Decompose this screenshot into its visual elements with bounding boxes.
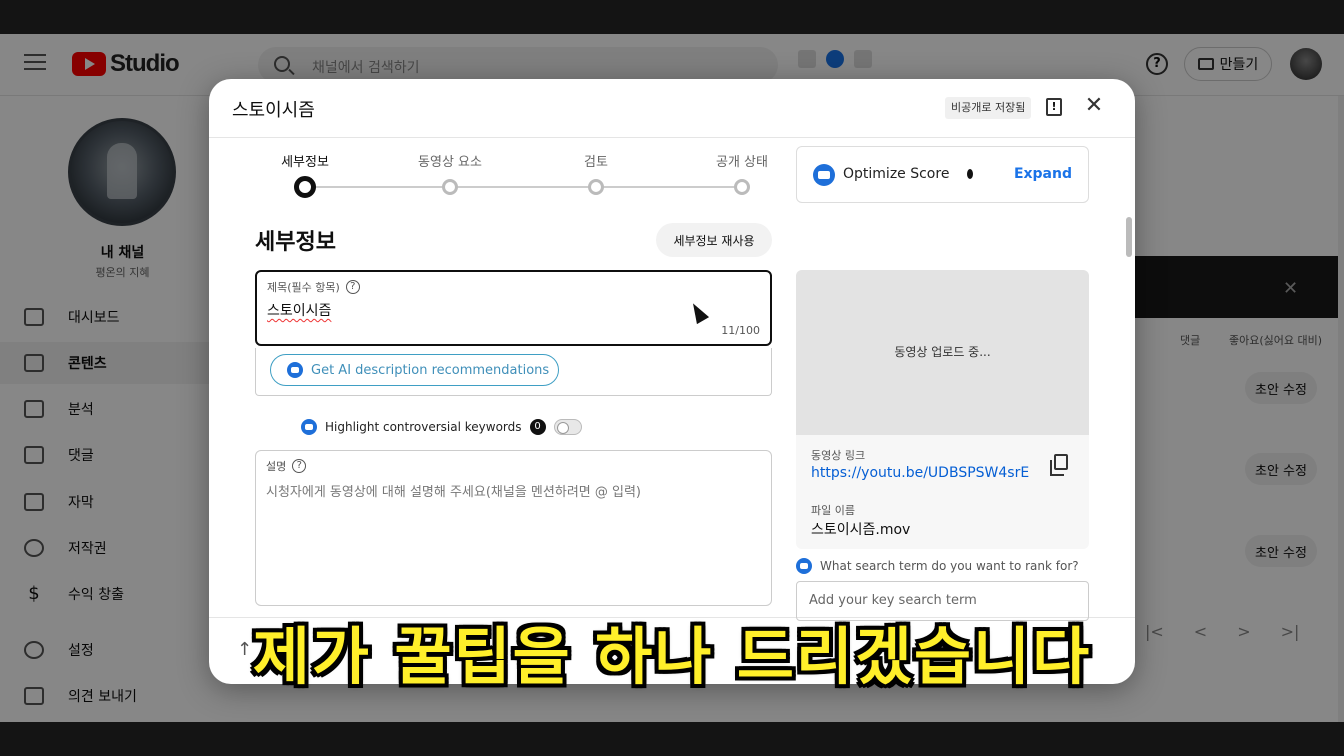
video-link[interactable]: https://youtu.be/UDBSPSW4srE bbox=[811, 465, 1029, 481]
video-link-label: 동영상 링크 bbox=[811, 449, 866, 462]
copy-icon[interactable] bbox=[1050, 454, 1068, 476]
extension-logo-icon bbox=[301, 419, 317, 435]
rank-prompt: What search term do you want to rank for… bbox=[820, 559, 1079, 573]
close-icon[interactable]: ✕ bbox=[1083, 95, 1105, 117]
optimize-score-card: Optimize Score Expand bbox=[796, 146, 1089, 203]
video-preview-card: 동영상 업로드 중... 동영상 링크 https://youtu.be/UDB… bbox=[796, 270, 1089, 549]
loading-spinner-icon bbox=[967, 169, 973, 179]
rank-prompt-row: What search term do you want to rank for… bbox=[796, 558, 1079, 574]
description-label: 설명 bbox=[266, 460, 287, 473]
ai-description-button[interactable]: Get AI description recommendations bbox=[270, 354, 559, 386]
dialog-title: 스토이시즘 bbox=[232, 100, 315, 121]
saved-status-badge: 비공개로 저장됨 bbox=[945, 97, 1032, 119]
extension-logo-icon bbox=[813, 164, 835, 186]
description-input[interactable]: 시청자에게 동영상에 대해 설명해 주세요(채널을 멘션하려면 @ 입력) bbox=[266, 481, 641, 500]
file-name-label: 파일 이름 bbox=[811, 504, 855, 517]
ai-recommendation-box: Get AI description recommendations bbox=[255, 348, 772, 396]
upload-details-dialog: 스토이시즘 비공개로 저장됨 ! ✕ 세부정보 동영상 요소 검토 공개 상태 … bbox=[209, 79, 1135, 684]
title-field-label-row: 제목(필수 항목) ? bbox=[267, 279, 360, 295]
keyword-count-badge: 0 bbox=[529, 419, 546, 435]
title-char-count: 11/100 bbox=[721, 324, 760, 337]
extension-logo-icon bbox=[287, 362, 303, 378]
reuse-details-button[interactable]: 세부정보 재사용 bbox=[656, 223, 772, 257]
extension-logo-icon bbox=[796, 558, 812, 574]
stepper-line bbox=[305, 186, 742, 188]
help-circle-icon[interactable]: ? bbox=[345, 280, 360, 294]
upload-stepper: 세부정보 동영상 요소 검토 공개 상태 bbox=[255, 151, 768, 201]
ai-description-button-label: Get AI description recommendations bbox=[311, 362, 550, 378]
highlight-keywords-row: Highlight controversial keywords 0 bbox=[301, 419, 582, 435]
title-input[interactable]: 스토이시즘 bbox=[267, 300, 331, 320]
highlight-keywords-toggle[interactable] bbox=[553, 419, 582, 435]
video-preview-thumbnail: 동영상 업로드 중... bbox=[796, 270, 1089, 435]
upload-status: 동영상 업로드 중... bbox=[894, 345, 991, 359]
report-feedback-icon[interactable]: ! bbox=[1046, 98, 1062, 116]
step-dot-video-elements[interactable] bbox=[442, 179, 458, 195]
video-letterbox-top bbox=[0, 0, 1344, 34]
video-letterbox-bottom bbox=[0, 722, 1344, 756]
dialog-scrollbar[interactable] bbox=[1126, 217, 1132, 257]
step-dot-details[interactable] bbox=[294, 176, 316, 198]
step-dot-visibility[interactable] bbox=[734, 179, 750, 195]
section-title: 세부정보 bbox=[255, 230, 336, 255]
title-field-label: 제목(필수 항목) bbox=[267, 281, 340, 294]
header-divider bbox=[209, 137, 1135, 138]
highlight-keywords-label: Highlight controversial keywords bbox=[325, 420, 522, 434]
step-dot-checks[interactable] bbox=[588, 179, 604, 195]
step-checks[interactable]: 검토 bbox=[584, 151, 608, 170]
step-visibility[interactable]: 공개 상태 bbox=[716, 151, 768, 170]
step-details[interactable]: 세부정보 bbox=[281, 151, 329, 170]
step-video-elements[interactable]: 동영상 요소 bbox=[418, 151, 482, 170]
file-name: 스토이시즘.mov bbox=[811, 522, 911, 538]
expand-link[interactable]: Expand bbox=[1014, 166, 1072, 182]
description-label-row: 설명 ? bbox=[266, 458, 307, 474]
description-field[interactable]: 설명 ? 시청자에게 동영상에 대해 설명해 주세요(채널을 멘션하려면 @ 입… bbox=[255, 450, 772, 606]
video-subtitle-caption: 제가 꿀팁을 하나 드리겠습니다 bbox=[252, 620, 1092, 693]
help-circle-icon[interactable]: ? bbox=[292, 459, 307, 473]
optimize-score-label: Optimize Score bbox=[843, 166, 950, 182]
